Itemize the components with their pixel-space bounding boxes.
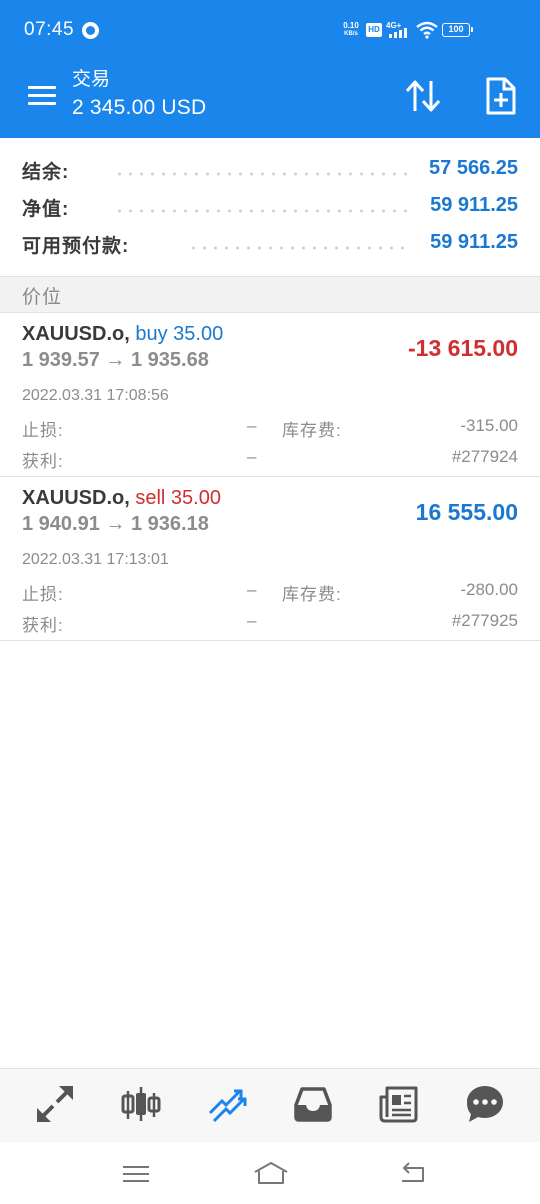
position-symbol: XAUUSD.o, — [22, 487, 130, 509]
account-balance-subtitle: 2 345.00 USD — [72, 96, 207, 119]
stop-loss-value: – — [247, 580, 257, 599]
news-icon[interactable] — [378, 1083, 420, 1125]
position-time: 2022.03.31 17:08:56 — [22, 387, 169, 404]
history-icon[interactable] — [292, 1083, 334, 1125]
new-order-icon[interactable] — [484, 76, 518, 116]
network-speed: 0.10 KB/s — [341, 22, 361, 38]
status-bar: 07:45 0.10 KB/s HD 4G+ 100 — [0, 0, 540, 60]
trade-icon[interactable] — [206, 1083, 248, 1125]
position-symbol-line: XAUUSD.o, sell 35.00 — [22, 487, 221, 510]
summary-value: 57 566.25 — [429, 157, 518, 179]
stop-loss-label: 止损: — [22, 421, 64, 440]
hd-icon: HD — [366, 23, 382, 37]
position-symbol-line: XAUUSD.o, buy 35.00 — [22, 323, 223, 346]
page-title: 交易 — [72, 69, 111, 90]
app-header: 07:45 0.10 KB/s HD 4G+ 100 交易 2 345.00 U… — [0, 0, 540, 138]
menu-icon[interactable] — [28, 86, 56, 106]
stop-loss-label: 止损: — [22, 585, 64, 604]
dotted-leader — [114, 172, 412, 176]
section-title: 价位 — [22, 287, 63, 308]
position-prices: 1 940.91 → 1 936.18 — [22, 513, 209, 535]
take-profit-label: 获利: — [22, 452, 64, 471]
battery-icon: 100 — [442, 23, 473, 37]
account-summary: 结余: 57 566.25 净值: 59 911.25 可用预付款: 59 91… — [0, 138, 540, 276]
swap-value: -280.00 — [460, 580, 518, 599]
summary-row-free-margin: 可用预付款: 59 911.25 — [0, 226, 540, 262]
position-symbol: XAUUSD.o, — [22, 323, 130, 345]
back-icon[interactable] — [398, 1160, 428, 1186]
chart-icon[interactable] — [120, 1083, 162, 1125]
position-row[interactable]: XAUUSD.o, sell 35.00 1 940.91 → 1 936.18… — [0, 477, 540, 641]
swap-label: 库存费: — [282, 585, 342, 604]
swap-label: 库存费: — [282, 421, 342, 440]
take-profit-value: – — [247, 611, 257, 630]
network-type-label: 4G+ — [386, 21, 402, 30]
stop-loss-value: – — [247, 416, 257, 435]
ticket-number: #277925 — [451, 611, 518, 630]
sort-icon[interactable] — [404, 78, 442, 114]
dotted-leader — [188, 246, 412, 250]
title-block: 交易 2 345.00 USD — [72, 68, 206, 124]
position-time: 2022.03.31 17:13:01 — [22, 551, 169, 568]
position-row[interactable]: XAUUSD.o, buy 35.00 1 939.57 → 1 935.68 … — [0, 313, 540, 477]
status-time: 07:45 — [24, 19, 75, 40]
swap-value: -315.00 — [460, 416, 518, 435]
summary-label: 净值: — [22, 199, 70, 220]
home-icon[interactable] — [253, 1160, 289, 1186]
chat-icon[interactable] — [464, 1083, 506, 1125]
position-type: buy 35.00 — [135, 323, 224, 345]
bottom-navigation — [0, 1068, 540, 1142]
summary-row-equity: 净值: 59 911.25 — [0, 189, 540, 225]
recents-icon[interactable] — [121, 1160, 151, 1186]
summary-value: 59 911.25 — [430, 231, 518, 253]
wifi-icon — [416, 21, 438, 39]
position-prices: 1 939.57 → 1 935.68 — [22, 349, 209, 371]
take-profit-label: 获利: — [22, 616, 64, 635]
system-navigation — [0, 1142, 540, 1204]
summary-row-balance: 结余: 57 566.25 — [0, 152, 540, 188]
position-profit: -13 615.00 — [408, 335, 518, 361]
quotes-icon[interactable] — [34, 1083, 76, 1125]
summary-value: 59 911.25 — [430, 194, 518, 216]
position-type: sell 35.00 — [135, 487, 221, 509]
notification-app-icon — [82, 22, 99, 39]
ticket-number: #277924 — [451, 447, 518, 466]
network-speed-value: 0.10 — [343, 21, 359, 30]
summary-label: 可用预付款: — [22, 236, 130, 257]
take-profit-value: – — [247, 447, 257, 466]
section-header: 价位 — [0, 276, 540, 313]
network-speed-unit: KB/s — [344, 31, 358, 37]
dotted-leader — [114, 209, 412, 213]
summary-label: 结余: — [22, 162, 70, 183]
signal-icon: 4G+ — [386, 21, 412, 39]
position-profit: 16 555.00 — [415, 499, 518, 525]
